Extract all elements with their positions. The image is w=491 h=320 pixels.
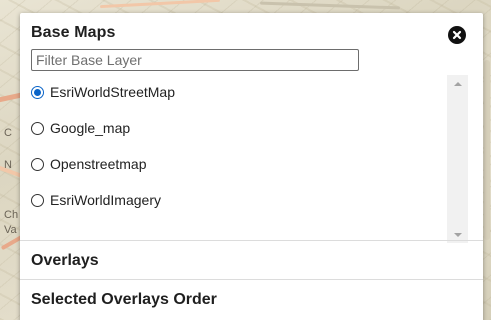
radio-button[interactable] xyxy=(31,193,44,207)
map-road xyxy=(100,0,220,9)
radio-button[interactable] xyxy=(31,121,44,135)
map-road xyxy=(259,1,401,10)
base-layer-option-google-map[interactable]: Google_map xyxy=(31,117,130,139)
map-label: Va xyxy=(4,224,17,236)
radio-button-selected[interactable] xyxy=(31,85,44,99)
base-maps-title: Base Maps xyxy=(31,24,116,41)
scroll-up-arrow-icon xyxy=(453,81,462,86)
filter-base-layer-input[interactable] xyxy=(31,49,359,71)
map-label: N xyxy=(4,159,12,171)
base-layer-option-esriworldstreetmap[interactable]: EsriWorldStreetMap xyxy=(31,81,175,103)
base-layer-option-openstreetmap[interactable]: Openstreetmap xyxy=(31,153,147,175)
base-layer-label: EsriWorldImagery xyxy=(50,192,161,208)
radio-button[interactable] xyxy=(31,157,44,171)
base-layer-label: Google_map xyxy=(50,120,131,136)
base-layer-label: Openstreetmap xyxy=(50,156,147,172)
map-road xyxy=(484,60,490,240)
layer-switcher-panel: Base Maps EsriWorldStreetMap Google_map … xyxy=(20,13,483,320)
selected-overlays-order-header[interactable]: Selected Overlays Order xyxy=(31,291,217,309)
base-layer-label: EsriWorldStreetMap xyxy=(50,84,176,100)
base-layer-list: EsriWorldStreetMap Google_map Openstreet… xyxy=(31,75,436,239)
close-icon xyxy=(452,30,462,40)
map-label: Ch xyxy=(4,209,19,221)
section-divider xyxy=(20,279,483,280)
map-label: C xyxy=(4,127,12,139)
scroll-down-arrow-icon xyxy=(453,232,462,237)
section-divider xyxy=(20,240,483,241)
layer-list-scrollbar[interactable] xyxy=(447,75,468,243)
close-button[interactable] xyxy=(448,26,466,44)
scroll-up-button[interactable] xyxy=(447,75,468,92)
overlays-section-header[interactable]: Overlays xyxy=(31,252,99,270)
base-layer-option-esriworldimagery[interactable]: EsriWorldImagery xyxy=(31,189,161,211)
